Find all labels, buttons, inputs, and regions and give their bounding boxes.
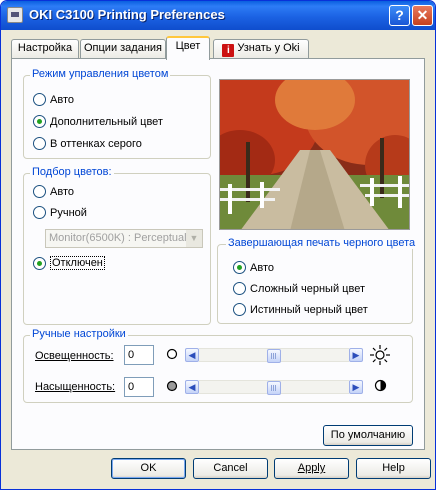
color-matching-auto-radio[interactable]: Авто <box>33 185 74 198</box>
slider-track[interactable] <box>199 348 349 363</box>
ok-button[interactable]: OK <box>111 458 186 479</box>
tab-setup[interactable]: Настройка <box>11 39 79 58</box>
gray-circle-icon <box>166 380 178 392</box>
info-icon: i <box>222 44 235 57</box>
slider-left-arrow-icon[interactable]: ◀ <box>185 380 199 394</box>
black-finish-true-radio[interactable]: Истинный черный цвет <box>233 303 368 316</box>
color-mode-grayscale-radio[interactable]: В оттенках серого <box>33 137 142 150</box>
half-circle-icon <box>374 379 387 392</box>
brightness-slider[interactable]: ◀ ▶ <box>185 348 363 363</box>
saturation-label: Насыщенность: <box>35 381 116 393</box>
help-button[interactable]: Help <box>356 458 431 479</box>
radio-label: Авто <box>50 93 74 106</box>
sun-icon <box>370 345 390 365</box>
radio-label: Дополнительный цвет <box>50 115 163 128</box>
color-profile-select[interactable]: Monitor(6500K) : Perceptual ▼ <box>45 229 203 248</box>
radio-circle <box>33 93 46 106</box>
radio-circle <box>33 137 46 150</box>
slider-right-arrow-icon[interactable]: ▶ <box>349 348 363 362</box>
color-preview-image <box>219 79 410 230</box>
radio-label: Ручной <box>50 206 87 219</box>
circle-outline-icon <box>166 348 178 360</box>
slider-right-arrow-icon[interactable]: ▶ <box>349 380 363 394</box>
color-profile-value: Monitor(6500K) : Perceptual <box>49 232 187 244</box>
radio-circle <box>33 185 46 198</box>
autumn-road-photo <box>220 80 409 229</box>
restore-defaults-button[interactable]: По умолчанию <box>323 425 413 446</box>
printing-preferences-dialog: OKI C3100 Printing Preferences ? ✕ Настр… <box>0 0 436 490</box>
title-bar[interactable]: OKI C3100 Printing Preferences ? ✕ <box>1 1 435 30</box>
tab-ask-oki[interactable]: i Узнать у Oki <box>213 39 309 58</box>
radio-label: В оттенках серого <box>50 137 142 150</box>
apply-button[interactable]: Apply <box>274 458 349 479</box>
radio-label: Истинный черный цвет <box>250 303 368 316</box>
radio-label: Авто <box>250 261 274 274</box>
cancel-button[interactable]: Cancel <box>193 458 268 479</box>
color-mode-legend: Режим управления цветом <box>30 68 171 80</box>
saturation-slider[interactable]: ◀ ▶ <box>185 380 363 395</box>
radio-label: Отключен <box>50 256 105 270</box>
radio-circle <box>233 282 246 295</box>
saturation-input[interactable]: 0 <box>124 377 154 397</box>
tab-ask-oki-label: Узнать у Oki <box>237 42 300 54</box>
color-mode-auto-radio[interactable]: Авто <box>33 93 74 106</box>
manual-settings-legend: Ручные настройки <box>30 328 128 340</box>
color-mode-advanced-radio[interactable]: Дополнительный цвет <box>33 115 163 128</box>
radio-circle-selected <box>33 256 46 270</box>
black-finish-auto-radio[interactable]: Авто <box>233 261 274 274</box>
brightness-input[interactable]: 0 <box>124 345 154 365</box>
color-matching-legend: Подбор цветов: <box>30 166 114 178</box>
printer-icon <box>7 7 23 23</box>
help-title-button[interactable]: ? <box>389 5 410 26</box>
radio-circle-selected <box>233 261 246 274</box>
close-button[interactable]: ✕ <box>412 5 433 26</box>
radio-circle <box>233 303 246 316</box>
slider-track[interactable] <box>199 380 349 395</box>
color-matching-off-radio[interactable]: Отключен <box>33 256 105 270</box>
slider-left-arrow-icon[interactable]: ◀ <box>185 348 199 362</box>
black-finish-composite-radio[interactable]: Сложный черный цвет <box>233 282 365 295</box>
slider-thumb[interactable] <box>267 349 281 363</box>
radio-label: Авто <box>50 185 74 198</box>
tab-color[interactable]: Цвет <box>166 36 210 60</box>
brightness-label: Освещенность: <box>35 350 114 362</box>
radio-circle-selected <box>33 115 46 128</box>
chevron-down-icon: ▼ <box>186 230 202 247</box>
color-matching-manual-radio[interactable]: Ручной <box>33 206 87 219</box>
slider-thumb[interactable] <box>267 381 281 395</box>
tab-job-options[interactable]: Опции задания <box>80 39 166 58</box>
window-title: OKI C3100 Printing Preferences <box>29 7 225 22</box>
radio-circle <box>33 206 46 219</box>
black-finish-legend: Завершающая печать черного цвета <box>226 237 418 249</box>
radio-label: Сложный черный цвет <box>250 282 365 295</box>
